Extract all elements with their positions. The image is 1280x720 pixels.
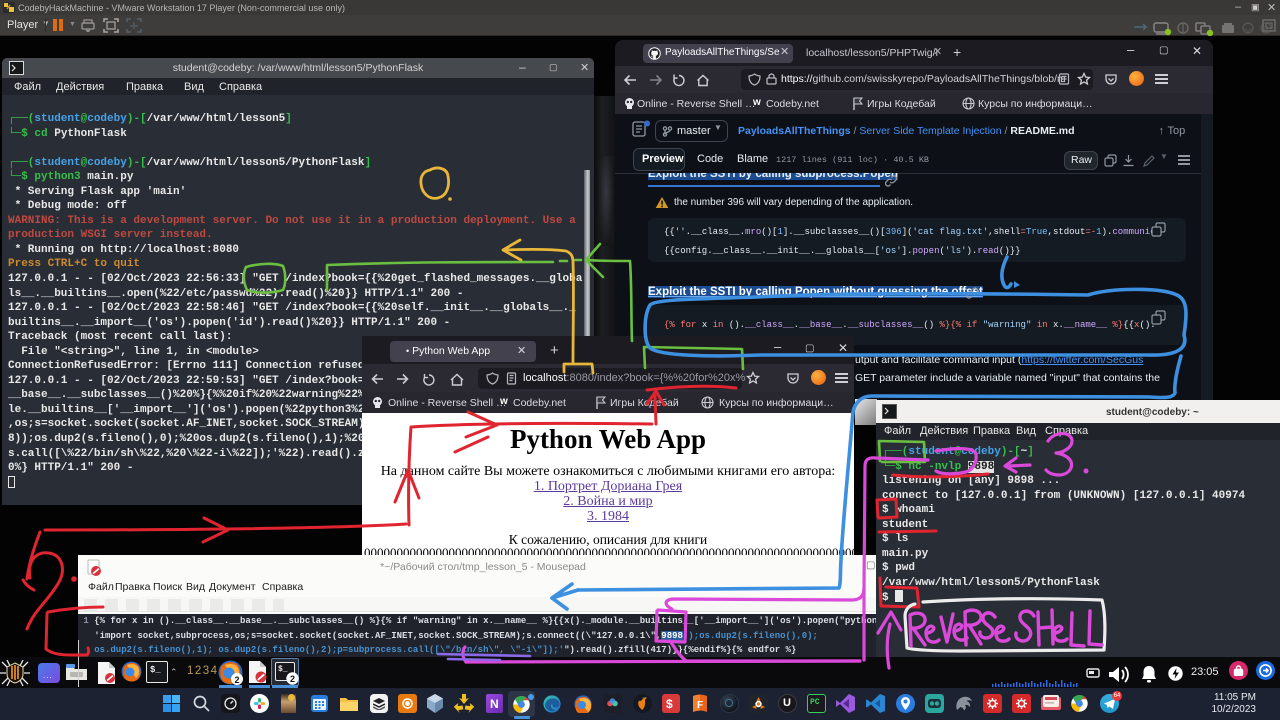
svg-text:2: 2 [290,674,295,684]
svg-text:F: F [697,700,703,711]
svg-text:2: 2 [234,675,239,685]
